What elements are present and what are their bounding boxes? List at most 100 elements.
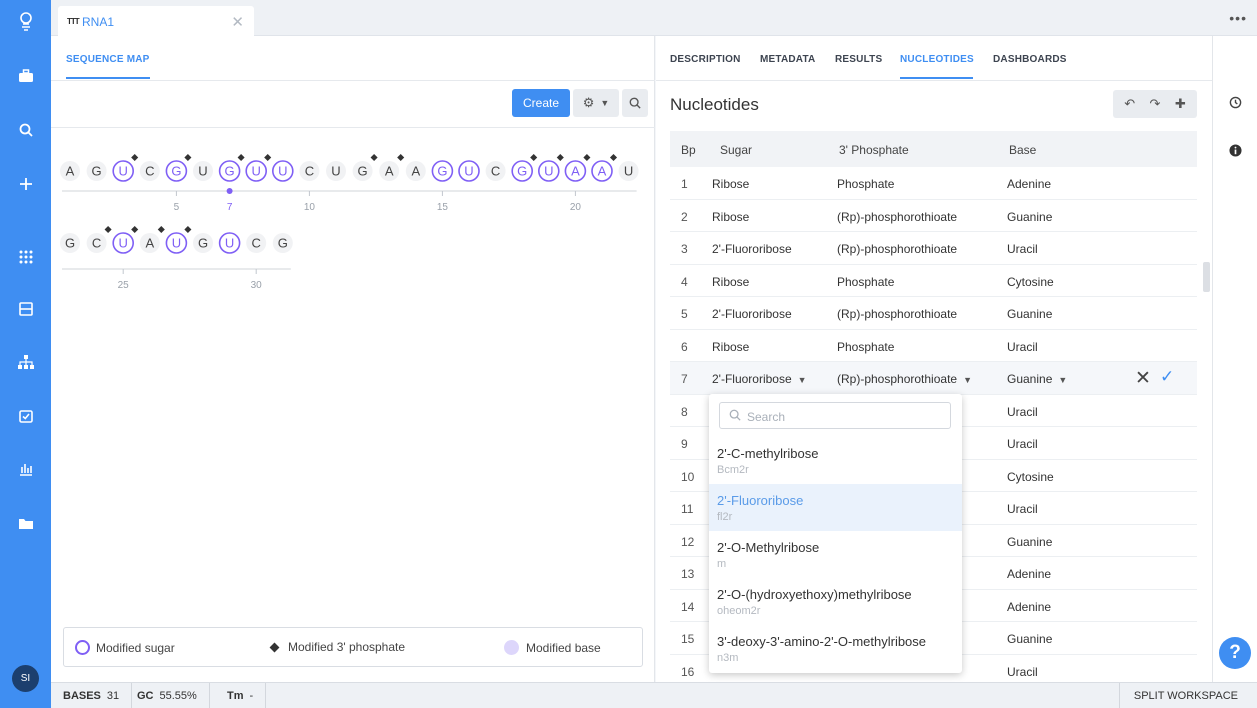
table-scrollbar[interactable]: [1203, 262, 1210, 292]
nucleotide-letter[interactable]: C: [92, 236, 101, 251]
header-base[interactable]: Base: [1009, 143, 1036, 157]
table-row[interactable]: 7 2'-Fluororibose ▼ (Rp)-phosphorothioate ▼ G…: [670, 362, 1197, 395]
table-row[interactable]: 5 2'-Fluororibose (Rp)-phosphorothioate Gua…: [670, 297, 1197, 330]
nucleotide-letter[interactable]: U: [544, 164, 553, 179]
nucleotide-letter[interactable]: G: [358, 164, 368, 179]
cell-sugar: Ribose: [712, 209, 750, 224]
tab-metadata[interactable]: METADATA: [760, 54, 815, 65]
dropdown-option[interactable]: 2'-O-Methylribose m: [709, 531, 962, 578]
nucleotide-letter[interactable]: U: [252, 164, 261, 179]
nucleotide-letter[interactable]: G: [517, 164, 527, 179]
more-options-icon[interactable]: •••: [1229, 10, 1247, 26]
nucleotide-letter[interactable]: G: [198, 236, 208, 251]
dropdown-option[interactable]: 2'-O-(hydroxyethoxy)methylribose oheom2r: [709, 578, 962, 625]
hierarchy-icon[interactable]: [0, 348, 51, 376]
briefcase-icon[interactable]: [0, 62, 51, 90]
table-header: Bp Sugar 3' Phosphate Base: [670, 131, 1197, 167]
task-check-icon[interactable]: [0, 402, 51, 430]
info-icon[interactable]: [1229, 144, 1242, 157]
sequence-map-panel: SEQUENCE MAP Create ⚙ ▼ A G U C G U G U U C U G A A G U C…: [51, 36, 655, 682]
close-icon[interactable]: ✕: [231, 13, 244, 31]
apps-grid-icon[interactable]: [0, 243, 51, 271]
nucleotide-letter[interactable]: C: [252, 236, 261, 251]
tab-nucleotides[interactable]: NUCLEOTIDES: [900, 54, 974, 65]
confirm-edit-icon[interactable]: ✓: [1160, 367, 1174, 387]
dropdown-option[interactable]: 2'-Fluororibose fl2r: [709, 484, 962, 531]
folder-icon[interactable]: [0, 509, 51, 537]
chart-icon[interactable]: [0, 455, 51, 483]
cell-base: Uracil: [1007, 437, 1038, 451]
nucleotide-letter[interactable]: U: [119, 164, 128, 179]
help-button[interactable]: ?: [1219, 637, 1251, 669]
nucleotide-letter[interactable]: C: [305, 164, 314, 179]
avatar[interactable]: SI: [12, 665, 39, 692]
settings-dropdown-button[interactable]: ⚙ ▼: [573, 89, 619, 117]
search-icon[interactable]: [0, 116, 51, 144]
nucleotide-letter[interactable]: G: [65, 236, 75, 251]
table-row[interactable]: 3 2'-Fluororibose (Rp)-phosphorothioate Ura…: [670, 232, 1197, 265]
logo-icon[interactable]: [0, 8, 51, 36]
split-workspace-button[interactable]: SPLIT WORKSPACE: [1118, 683, 1257, 708]
plus-icon[interactable]: [0, 170, 51, 198]
nucleotide-letter[interactable]: C: [145, 164, 154, 179]
header-bp[interactable]: Bp: [681, 143, 696, 157]
nucleotide-letter[interactable]: A: [598, 164, 607, 179]
sequence-search-button[interactable]: [622, 89, 648, 117]
chevron-down-icon: ▼: [1058, 375, 1068, 385]
table-row[interactable]: 2 Ribose (Rp)-phosphorothioate Guanine: [670, 200, 1197, 232]
nucleotide-letter[interactable]: A: [66, 164, 75, 179]
modified-phosphate-marker: [184, 153, 192, 162]
cell-bp: 11: [681, 502, 694, 516]
tab-dashboards[interactable]: DASHBOARDS: [993, 54, 1067, 65]
status-gc: GC 55.55%: [125, 683, 210, 708]
sequence-map[interactable]: A G U C G U G U U C U G A A G U C G U A A U 5 7 10 15 20 G C U A U G U C G 2…: [51, 128, 655, 428]
nucleotide-letter[interactable]: C: [491, 164, 500, 179]
create-button[interactable]: Create: [512, 89, 570, 117]
option-name: 2'-C-methylribose: [717, 446, 819, 461]
cell-sugar[interactable]: 2'-Fluororibose ▼: [712, 372, 807, 386]
nucleotide-letter[interactable]: A: [411, 164, 420, 179]
tab-description[interactable]: DESCRIPTION: [670, 54, 741, 65]
dropdown-option[interactable]: 2'-C-methylribose Bcm2r: [709, 437, 962, 484]
modified-phosphate-swatch: [269, 642, 280, 652]
modified-phosphate-marker: [530, 153, 538, 162]
dropdown-option[interactable]: 3'-deoxy-3'-amino-2'-O-methylribose n3m: [709, 625, 962, 672]
nucleotide-letter[interactable]: G: [171, 164, 181, 179]
table-row[interactable]: 4 Ribose Phosphate Cytosine: [670, 265, 1197, 297]
nucleotide-letter[interactable]: U: [624, 164, 633, 179]
nucleotide-letter[interactable]: U: [331, 164, 340, 179]
nucleotide-letter[interactable]: U: [198, 164, 207, 179]
option-code: fl2r: [717, 511, 733, 523]
nucleotide-letter[interactable]: G: [437, 164, 447, 179]
cancel-edit-icon[interactable]: ✕: [1135, 367, 1151, 390]
document-tab[interactable]: TTT RNA1 ✕: [58, 6, 254, 37]
nucleotide-letter[interactable]: U: [464, 164, 473, 179]
undo-icon[interactable]: ↶: [1124, 96, 1135, 112]
table-row[interactable]: 6 Ribose Phosphate Uracil: [670, 330, 1197, 362]
cell-phosphate[interactable]: (Rp)-phosphorothioate ▼: [837, 372, 972, 386]
nucleotide-letter[interactable]: U: [119, 236, 128, 251]
legend-modified-sugar-label: Modified sugar: [96, 640, 175, 655]
nucleotide-letter[interactable]: U: [172, 236, 181, 251]
header-phosphate[interactable]: 3' Phosphate: [839, 143, 909, 157]
history-icon[interactable]: [1229, 96, 1242, 109]
nucleotide-letter[interactable]: A: [385, 164, 394, 179]
nucleotide-letter[interactable]: U: [278, 164, 287, 179]
nucleotide-letter[interactable]: A: [145, 236, 154, 251]
header-sugar[interactable]: Sugar: [720, 143, 752, 157]
redo-icon[interactable]: ↷: [1150, 96, 1161, 112]
nucleotide-letter[interactable]: G: [92, 164, 102, 179]
layout-icon[interactable]: [0, 295, 51, 323]
dropdown-search-input[interactable]: Search: [719, 402, 951, 429]
puzzle-icon[interactable]: ✚: [1175, 96, 1186, 112]
tab-sequence-map[interactable]: SEQUENCE MAP: [66, 54, 150, 65]
nucleotide-letter[interactable]: U: [225, 236, 234, 251]
legend-modified-base-label: Modified base: [526, 640, 601, 655]
cell-bp: 16: [681, 664, 695, 679]
table-row[interactable]: 1 Ribose Phosphate Adenine: [670, 167, 1197, 200]
nucleotide-letter[interactable]: A: [571, 164, 580, 179]
tab-results[interactable]: RESULTS: [835, 54, 882, 65]
nucleotide-letter[interactable]: G: [278, 236, 288, 251]
cell-base[interactable]: Guanine ▼: [1007, 372, 1067, 386]
nucleotide-letter[interactable]: G: [225, 164, 235, 179]
